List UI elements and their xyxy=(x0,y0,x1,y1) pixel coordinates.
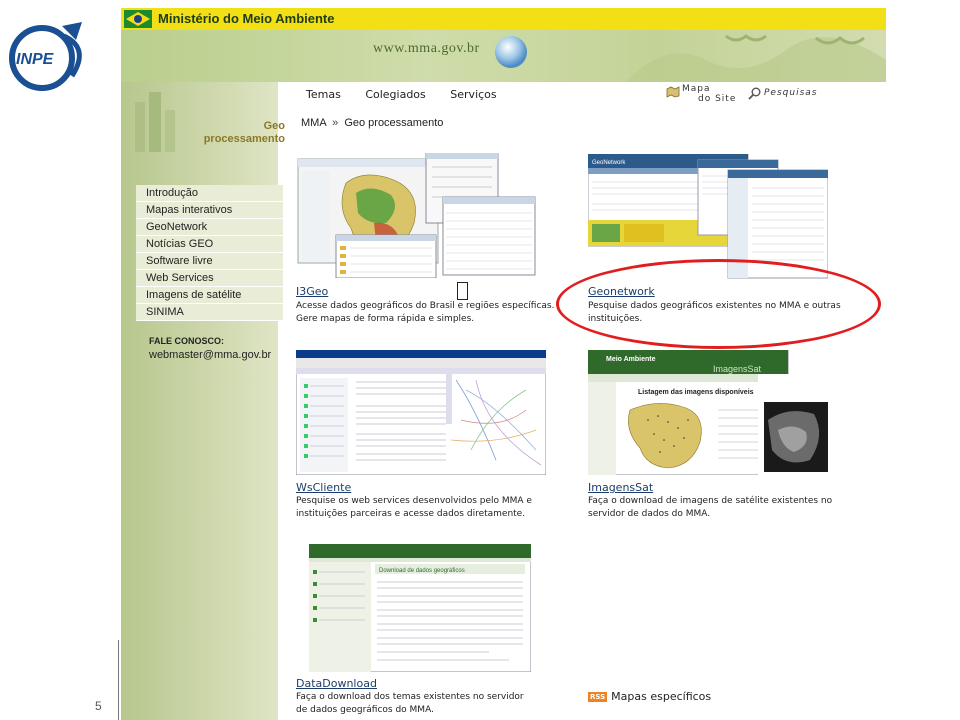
card-desc-datadownload-line1: Faça o download dos temas existentes no … xyxy=(296,692,524,702)
site-url: www.mma.gov.br xyxy=(373,41,480,56)
government-bar: Ministério do Meio Ambiente xyxy=(121,8,886,30)
card-desc-i3geo: Acesse dados geográficos do Brasil e reg… xyxy=(296,300,586,326)
sidebar-item-software-livre[interactable]: Software livre xyxy=(136,253,283,270)
contact-block: FALE CONOSCO: webmaster@mma.gov.br xyxy=(149,336,271,361)
section-title-line2: processamento xyxy=(203,133,285,145)
card-desc-imagenssat-line2: servidor de dados do MMA. xyxy=(588,509,711,519)
card-desc-wscliente-line1: Pesquise os web services desenvolvidos p… xyxy=(296,496,532,506)
sitemap-label: Mapa do Site xyxy=(682,84,742,104)
website-screenshot: Ministério do Meio Ambiente www.mma.gov.… xyxy=(121,8,886,720)
card-title-wscliente[interactable]: WsCliente xyxy=(296,481,351,494)
sidebar-nav: Introdução Mapas interativos GeoNetwork … xyxy=(136,185,283,321)
inpe-logo: INPE xyxy=(9,22,82,91)
card-desc-datadownload: Faça o download dos temas existentes no … xyxy=(296,691,586,717)
card-title-imagenssat[interactable]: ImagensSat xyxy=(588,481,653,494)
section-title: Geo processamento xyxy=(203,120,285,146)
inpe-logo-text: INPE xyxy=(16,51,55,68)
section-title-line1: Geo xyxy=(263,120,285,132)
sidebar-item-geonetwork[interactable]: GeoNetwork xyxy=(136,219,283,236)
sitemap-label-line2: do Site xyxy=(698,94,737,104)
card-desc-i3geo-line2: Gere mapas de forma rápida e simples. xyxy=(296,314,475,324)
card-desc-datadownload-line2: de dados geográficos do MMA. xyxy=(296,705,434,715)
sidebar-item-sinima[interactable]: SINIMA xyxy=(136,304,283,321)
wscliente-thumbnail[interactable] xyxy=(296,350,546,475)
map-icon xyxy=(666,86,680,98)
imagenssat-thumbnail[interactable]: Meio Ambiente ImagensSat Listagem das im… xyxy=(588,350,833,475)
sidebar-item-noticias-geo[interactable]: Notícias GEO xyxy=(136,236,283,253)
rss-label: Mapas específicos xyxy=(611,690,712,703)
slide: INPE 5 Ministério do Meio Ambiente www.m… xyxy=(0,0,960,720)
card-desc-wscliente: Pesquise os web services desenvolvidos p… xyxy=(296,495,586,521)
breadcrumb-current: Geo processamento xyxy=(344,117,444,129)
imagenssat-thumb-brand: Meio Ambiente xyxy=(606,356,656,363)
sidebar-item-web-services[interactable]: Web Services xyxy=(136,270,283,287)
section-illustration xyxy=(135,92,175,152)
contact-label: FALE CONOSCO: xyxy=(149,336,225,346)
slide-divider xyxy=(118,640,119,720)
banner-decoration xyxy=(626,34,886,82)
ministry-name[interactable]: Ministério do Meio Ambiente xyxy=(158,11,334,26)
sidebar-item-introducao[interactable]: Introdução xyxy=(136,185,283,202)
sidebar-item-mapas-interativos[interactable]: Mapas interativos xyxy=(136,202,283,219)
breadcrumb-root[interactable]: MMA xyxy=(301,117,326,129)
card-desc-i3geo-line1: Acesse dados geográficos do Brasil e reg… xyxy=(296,301,555,311)
sidebar-item-imagens-satelite[interactable]: Imagens de satélite xyxy=(136,287,283,304)
i3geo-thumbnail[interactable] xyxy=(296,153,536,278)
cursor-icon xyxy=(457,282,468,300)
slide-number: 5 xyxy=(95,699,102,713)
imagenssat-thumb-list-title: Listagem das imagens disponíveis xyxy=(638,389,754,396)
breadcrumb-separator: » xyxy=(332,117,339,129)
top-nav: Temas Colegiados Serviços xyxy=(306,88,518,101)
topnav-temas[interactable]: Temas xyxy=(306,88,341,101)
breadcrumb: MMA » Geo processamento xyxy=(301,117,443,129)
datadownload-thumbnail[interactable]: Download de dados geográficos xyxy=(309,544,531,672)
geonetwork-thumb-header: GeoNetwork xyxy=(592,160,626,166)
magnifier-icon xyxy=(748,87,761,100)
site-banner: www.mma.gov.br xyxy=(121,30,886,82)
card-desc-imagenssat: Faça o download de imagens de satélite e… xyxy=(588,495,878,521)
topnav-colegiados[interactable]: Colegiados xyxy=(365,88,425,101)
rss-mapas-especificos-link[interactable]: RSS Mapas específicos xyxy=(588,690,711,703)
card-title-i3geo[interactable]: I3Geo xyxy=(296,285,328,298)
card-desc-imagenssat-line1: Faça o download de imagens de satélite e… xyxy=(588,496,833,506)
sidebar-background xyxy=(121,82,278,720)
highlight-ellipse xyxy=(556,259,881,349)
datadownload-thumb-heading: Download de dados geográficos xyxy=(379,568,465,574)
imagenssat-thumb-subtitle: ImagensSat xyxy=(713,364,762,374)
topnav-servicos[interactable]: Serviços xyxy=(450,88,496,101)
sitemap-label-line1: Mapa xyxy=(682,84,711,94)
search-label: Pesquisas xyxy=(764,88,818,98)
brazil-flag-icon xyxy=(124,10,152,28)
globe-icon xyxy=(495,36,527,68)
card-title-datadownload[interactable]: DataDownload xyxy=(296,677,377,690)
contact-email-link[interactable]: webmaster@mma.gov.br xyxy=(149,349,271,361)
rss-icon: RSS xyxy=(588,692,608,702)
card-desc-wscliente-line2: instituições parceiras e acesse dados di… xyxy=(296,509,526,519)
